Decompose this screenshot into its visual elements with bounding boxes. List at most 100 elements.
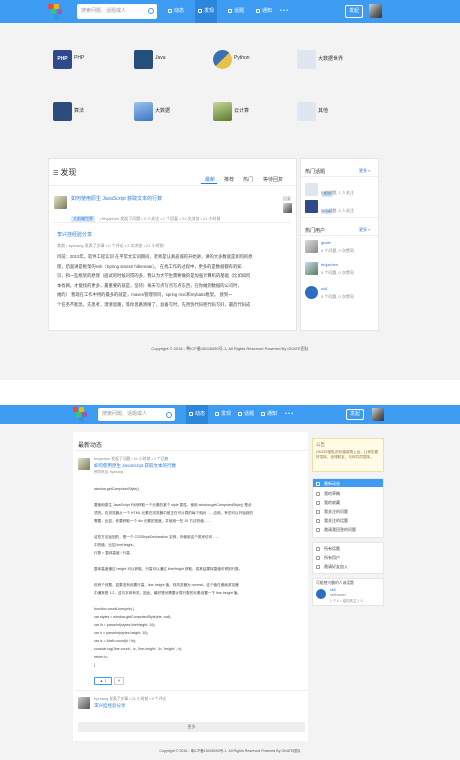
topic-icon [228,9,232,13]
python-logo-icon [213,50,232,69]
menu-item-favorites[interactable]: 我的收藏 [316,500,340,506]
post-title-link[interactable]: 如何使用原生 JavaScript 获取文本的行数 [71,195,162,202]
feed-icon [316,482,320,486]
nav-item-feed[interactable]: 动态 [186,405,209,424]
hot-topics-more-link[interactable]: 更多 » [359,168,370,174]
post-title-link[interactable]: 李兴挂经验分享 [57,231,92,238]
site-logo[interactable] [73,407,91,422]
topic-avatar[interactable] [305,183,318,196]
post-author-avatar[interactable] [54,196,67,209]
user-name-link[interactable]: fevjachen [321,262,338,267]
item-meta: fevjachen 发起了问题 • 21 小时前 • 1 个回复 [94,457,169,461]
upvote-button[interactable]: ▲ 1 [94,677,112,685]
search-icon[interactable] [166,412,172,418]
excerpt-line: 理，后面讲是框架的ssh（Spring struts2 hibernate）。 … [57,263,242,269]
category-other[interactable]: 其他 [297,102,337,142]
vote-source: 赞同来自: fiyzhang [94,470,123,474]
topic-avatar[interactable] [305,200,318,213]
suggest-name-link[interactable]: sk8 [330,588,336,592]
tags-icon [316,547,320,551]
menu-item-drafts[interactable]: 我的草稿 [316,491,340,497]
search-icon[interactable] [148,8,154,14]
menu-item-followed-questions[interactable]: 我关注的问题 [316,509,348,515]
user-avatar[interactable] [305,286,318,299]
category-java[interactable]: Java [134,50,174,90]
tab-recommend[interactable]: 推荐 [224,176,234,183]
excerpt-line: 她的） 我现在工作中用的最多的就是，maven管理项目，spring mvc和m… [57,292,233,297]
content-line: function countLines(ele) { [94,607,135,611]
feed-icon [189,412,193,416]
suggest-avatar[interactable] [316,589,326,599]
top-nav: 搜索问题、话题或人 动态 发现 话题 通知 • • • 发起 [0,405,460,424]
content-line: 需要，比如，你要获取一个 div 元素的宽度。并使用一些 JS 方法的值…… [94,519,211,523]
tab-hot[interactable]: 热门 [243,176,253,183]
article-title-link[interactable]: 李兴挂经验分享 [94,703,126,709]
search-input[interactable]: 搜索问题、话题或人 [77,4,157,19]
category-cloud[interactable]: 云计算 [213,102,253,142]
author-avatar[interactable] [78,697,90,709]
nav-item-discover[interactable]: 发现 [212,405,234,424]
category-python[interactable]: Python [213,50,253,90]
menu-item-all-topics[interactable]: 所有话题 [316,546,340,552]
content-line: var h = parseInt(styles.height, 10); [94,631,149,635]
nav-item-feed[interactable]: 动态 [165,0,187,23]
content-line: var lh = parseInt(styles.lineHeight, 10)… [94,623,156,627]
top-nav: 搜索问题、话题或人 动态 发现 话题 通知 • • • 发起 [0,0,460,23]
content-line: 要使用原生 JavaScript 代码获取一个元素的某个 style 属性，使用… [94,503,252,507]
nav-item-topics[interactable]: 话题 [225,0,247,23]
discover-title: ☰ 发现 [53,168,77,177]
nav-item-notifications[interactable]: 通知 [253,0,275,23]
ask-button[interactable]: 发起 [345,5,364,18]
question-title-link[interactable]: 如何使用原生 JavaScript 获取文本的行数 [94,463,176,469]
topic-stats: 0 个问题, 3 人关注 [321,208,354,213]
category-php[interactable]: PHP PHP [53,50,93,90]
post-excerpt: 目前：2013年，软件工程实训 在平常文实训期间，老师是认真盖城的开始讲，讲的大… [57,252,293,309]
user-avatar[interactable] [369,4,382,18]
nav-more-button[interactable]: • • • [282,405,296,424]
user-avatar[interactable] [305,262,318,275]
feed-title: 最新动态 [78,443,103,449]
invite-icon [316,565,320,569]
menu-item-followed-topics[interactable]: 我关注的话题 [316,518,348,524]
user-avatar[interactable] [305,240,318,253]
item-meta: fiyzhang 发表了文章 • 21 小时前 • 0 个评论 [94,697,167,701]
user-name-link[interactable]: gkate [321,240,331,245]
tab-waiting[interactable]: 等待回复 [263,176,283,183]
author-avatar[interactable] [78,458,90,470]
menu-item-all-users[interactable]: 所有用户 [316,555,340,561]
category-bigdata-world[interactable]: 大数据世界 [297,50,343,90]
bell-icon [256,9,260,13]
compass-icon [198,9,202,13]
thumbs-down-icon: ▼ [117,678,121,683]
site-logo[interactable] [48,4,66,19]
category-bigdata[interactable]: 大数据 [134,102,174,142]
hot-users-more-link[interactable]: 更多 » [359,227,370,233]
list-icon: ☰ [53,171,59,177]
user-stats: 0 个问题, 0 次赞同 [321,270,354,275]
hot-users-title: 热门用户 [305,228,326,234]
excerpt-line: 个任务不能急，先思考，理清思路，等你思路清晰了，准备写时，先用伪代码把代码写好，… [57,301,251,307]
load-more-button[interactable]: 更多 [78,722,305,732]
menu-item-invited[interactable]: 邀请我回答的问题 [316,527,356,533]
user-name-link[interactable]: sk8 [321,286,327,291]
downvote-button[interactable]: ▼ [114,677,124,685]
menu-item-latest[interactable]: 最新动态 [316,481,340,487]
nav-item-notifications[interactable]: 通知 [258,405,280,424]
nav-item-discover[interactable]: 发现 [195,0,218,23]
ask-button[interactable]: 发起 [346,409,365,420]
nav-item-topics[interactable]: 话题 [235,405,257,424]
excerpt-line: 目前：2013年，软件工程实训 在平常文实训期间，老师是认真盖城的开始讲，讲的大… [57,254,253,259]
content-line: var lc = Math.round(h / lh); [94,639,137,643]
menu-item-invite-friends[interactable]: 邀请好友加入 [316,564,348,570]
compass-icon [215,412,219,416]
category-algorithm[interactable]: 算法 [53,102,93,142]
user-avatar[interactable] [372,408,384,421]
reply-avatar[interactable] [283,203,292,213]
topic-stats: 0 个问题, 1 人关注 [321,190,354,195]
footer: Copyright © 2016 - 粤ICP备15026090号-1, All… [151,346,309,351]
content-line: 中通常是 1.2，这与字体有关。因此，最好是对需要计算行数的元素设置一下 lin… [94,591,241,595]
search-input[interactable]: 搜索问题、话题或人 [98,408,175,421]
tab-latest[interactable]: 最新 [205,176,215,183]
thumbs-up-icon: ▲ [99,678,104,683]
nav-more-button[interactable]: • • • [277,0,291,23]
